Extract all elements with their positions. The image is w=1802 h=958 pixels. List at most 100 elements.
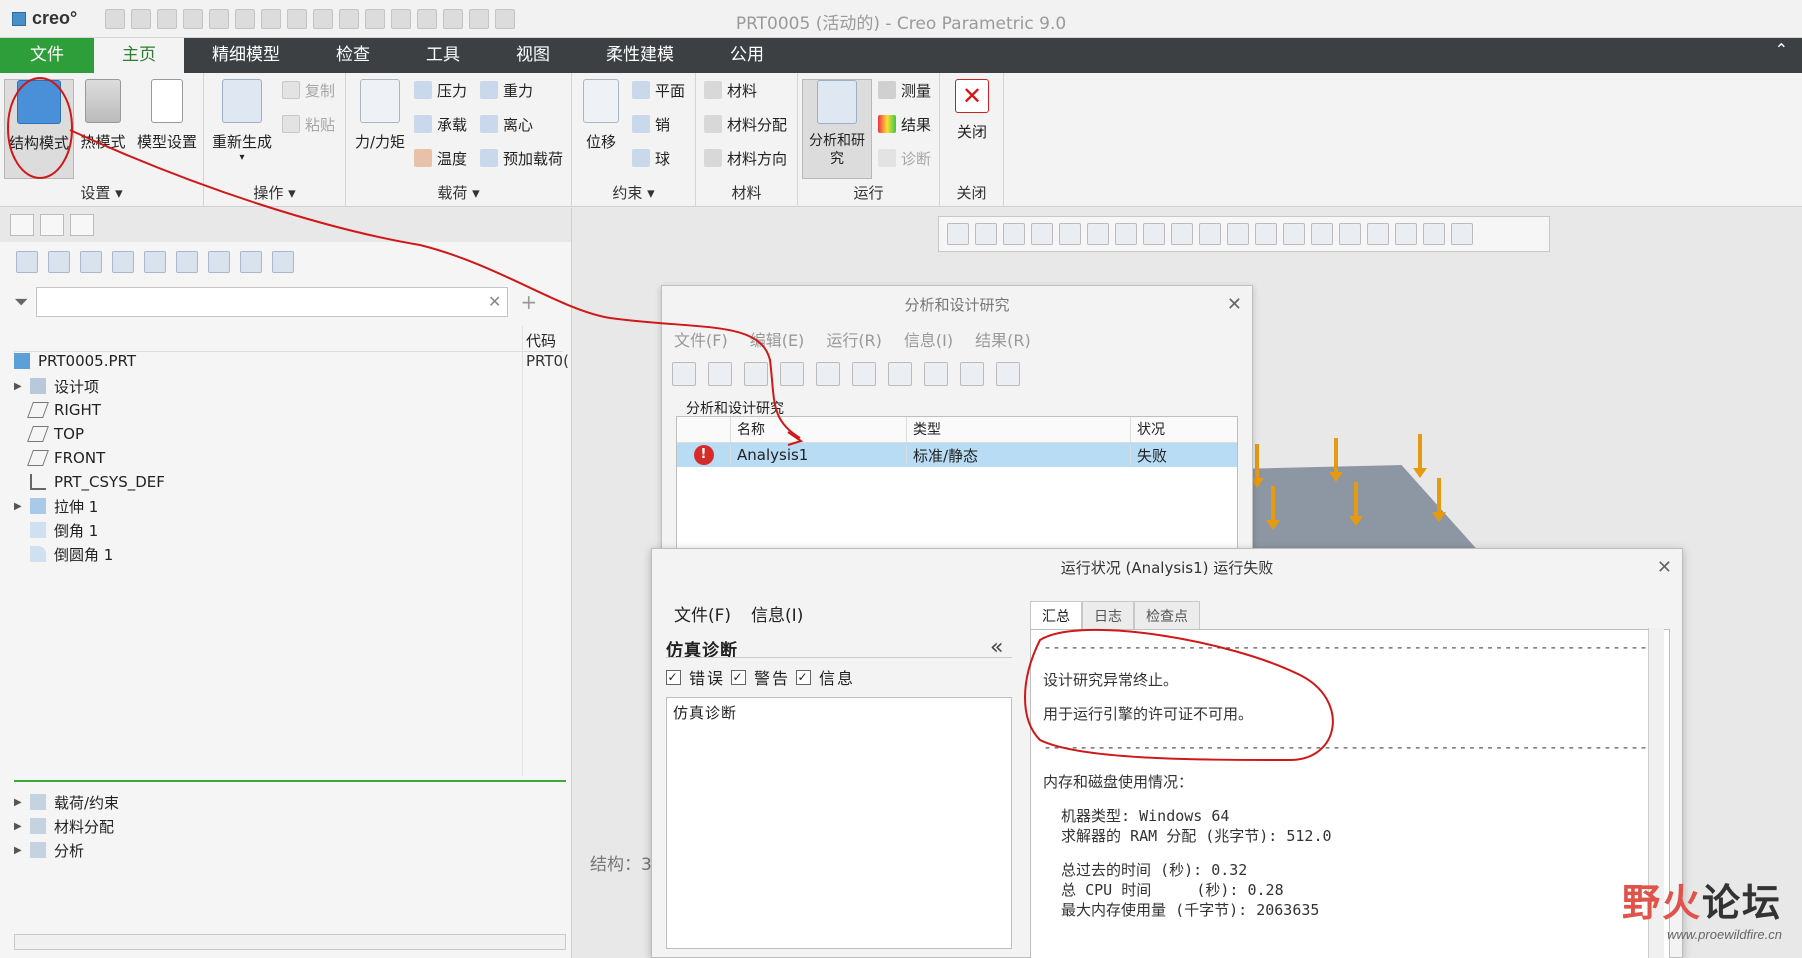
tree-expand-icon[interactable] — [48, 251, 70, 273]
tab-flexible-modeling[interactable]: 柔性建模 — [578, 38, 702, 73]
preload-button[interactable]: 预加载荷 — [480, 147, 563, 169]
point-display-icon[interactable] — [1339, 223, 1361, 245]
stop-run-flag-icon[interactable] — [816, 362, 840, 386]
structure-mode-button[interactable]: 结构模式 — [4, 79, 74, 179]
tree-item-root[interactable]: PRT0005.PRT PRT0( — [14, 348, 569, 374]
tree-item-design-items[interactable]: ▶ 设计项 — [14, 374, 563, 398]
tree-filter-icon[interactable] — [144, 251, 166, 273]
layers-icon[interactable] — [240, 251, 262, 273]
group-setup-label[interactable]: 设置 ▾ — [0, 182, 203, 203]
menu-edit[interactable]: 编辑(E) — [750, 327, 805, 351]
refit-icon[interactable] — [947, 223, 969, 245]
material-orientation-button[interactable]: 材料方向 — [704, 147, 787, 169]
tree-collapse-icon[interactable] — [80, 251, 102, 273]
tree-show-icon[interactable] — [208, 251, 230, 273]
review-results-2-icon[interactable] — [960, 362, 984, 386]
results-button[interactable]: 结果 — [878, 113, 931, 135]
repaint-icon[interactable] — [1031, 223, 1053, 245]
folder-browser-tab-icon[interactable] — [40, 214, 64, 236]
section-icon[interactable] — [1171, 223, 1193, 245]
diagnostics-list[interactable]: 仿真诊断 — [666, 697, 1012, 949]
connection-display-icon[interactable] — [1451, 223, 1473, 245]
model-setup-button[interactable]: 模型设置 — [134, 79, 200, 152]
review-results-3-icon[interactable] — [996, 362, 1020, 386]
delete-icon[interactable] — [744, 362, 768, 386]
status-icon[interactable] — [852, 362, 876, 386]
tree-columns-icon[interactable] — [112, 251, 134, 273]
table-row[interactable]: ! Analysis1 标准/静态 失败 — [677, 443, 1237, 467]
tree-style-icon[interactable] — [272, 251, 294, 273]
analysis-study-button[interactable]: 分析和研究 — [802, 79, 872, 179]
tree-item-analysis[interactable]: ▶ 分析 — [14, 838, 119, 862]
expand-arrow-icon[interactable]: ▶ — [14, 381, 30, 392]
info-checkbox[interactable]: ✓ — [796, 669, 812, 685]
view-manager-icon[interactable] — [1115, 223, 1137, 245]
close-button[interactable]: ✕ 关闭 — [950, 79, 994, 142]
expand-arrow-icon[interactable]: ▶ — [14, 821, 30, 832]
load-display-icon[interactable] — [1395, 223, 1417, 245]
col-name[interactable]: 名称 — [731, 417, 907, 442]
centrifugal-button[interactable]: 离心 — [480, 113, 533, 135]
expand-arrow-icon[interactable]: ▶ — [14, 797, 30, 808]
tree-item-round[interactable]: 倒圆角 1 — [14, 542, 563, 566]
tree-item-right[interactable]: RIGHT — [14, 398, 563, 422]
shade-icon[interactable] — [1199, 223, 1221, 245]
model-tree-tab-icon[interactable] — [10, 214, 34, 236]
zoom-out-icon[interactable] — [1003, 223, 1025, 245]
perspective-icon[interactable] — [1143, 223, 1165, 245]
paste-button[interactable]: 粘贴 — [282, 113, 335, 135]
temperature-button[interactable]: 温度 — [414, 147, 467, 169]
tree-item-top[interactable]: TOP — [14, 422, 563, 446]
edit-pencil-icon[interactable] — [672, 362, 696, 386]
ball-constraint-button[interactable]: 球 — [632, 147, 670, 169]
tree-horizontal-scrollbar[interactable] — [14, 934, 566, 950]
tree-item-front[interactable]: FRONT — [14, 446, 563, 470]
close-icon[interactable]: ✕ — [1227, 286, 1242, 324]
thermal-mode-button[interactable]: 热模式 — [78, 79, 128, 152]
add-column-icon[interactable]: + — [520, 290, 537, 314]
menu-file[interactable]: 文件(F) — [674, 601, 731, 626]
diagnostics-button[interactable]: 诊断 — [878, 147, 931, 169]
copy-icon[interactable] — [708, 362, 732, 386]
tree-item-extrude[interactable]: ▶ 拉伸 1 — [14, 494, 563, 518]
menu-file[interactable]: 文件(F) — [674, 327, 728, 351]
start-run-flag-icon[interactable] — [780, 362, 804, 386]
menu-results[interactable]: 结果(R) — [975, 327, 1031, 351]
zoom-in-icon[interactable] — [975, 223, 997, 245]
expand-arrow-icon[interactable]: ▶ — [14, 845, 30, 856]
plane-constraint-button[interactable]: 平面 — [632, 79, 685, 101]
settings-icon[interactable] — [888, 362, 912, 386]
display-style-icon[interactable] — [1059, 223, 1081, 245]
tab-log[interactable]: 日志 — [1082, 601, 1134, 631]
list-item[interactable]: 仿真诊断 — [673, 702, 1005, 723]
annotation-display-icon[interactable] — [1255, 223, 1277, 245]
menu-info[interactable]: 信息(I) — [904, 327, 953, 351]
menu-run[interactable]: 运行(R) — [826, 327, 882, 351]
material-button[interactable]: 材料 — [704, 79, 757, 101]
measure-button[interactable]: 测量 — [878, 79, 931, 101]
ribbon-collapse-icon[interactable]: ⌃ — [1775, 40, 1788, 59]
tab-checkpoints[interactable]: 检查点 — [1134, 601, 1200, 631]
expand-arrow-icon[interactable]: ▶ — [14, 501, 30, 512]
force-moment-button[interactable]: 力/力矩 — [352, 79, 408, 152]
csys-display-icon[interactable] — [1367, 223, 1389, 245]
summary-log[interactable]: ----------------------------------------… — [1030, 629, 1670, 958]
displacement-button[interactable]: 位移 — [578, 79, 624, 152]
tree-item-loads-constraints[interactable]: ▶ 载荷/约束 — [14, 790, 119, 814]
tab-summary[interactable]: 汇总 — [1030, 601, 1082, 631]
group-operations-label[interactable]: 操作 ▾ — [204, 182, 345, 203]
group-constraints-label[interactable]: 约束 ▾ — [572, 182, 695, 203]
copy-button[interactable]: 复制 — [282, 79, 335, 101]
pressure-button[interactable]: 压力 — [414, 79, 467, 101]
tree-settings-icon[interactable] — [176, 251, 198, 273]
datum-display-icon[interactable] — [1227, 223, 1249, 245]
warnings-checkbox[interactable]: ✓ — [731, 669, 747, 685]
clear-icon[interactable]: ✕ — [488, 292, 501, 311]
tab-tools[interactable]: 工具 — [398, 38, 488, 73]
material-assignment-button[interactable]: 材料分配 — [704, 113, 787, 135]
tab-view[interactable]: 视图 — [488, 38, 578, 73]
menu-info[interactable]: 信息(I) — [751, 601, 803, 626]
tree-item-chamfer[interactable]: 倒角 1 — [14, 518, 563, 542]
tree-item-material-assignment[interactable]: ▶ 材料分配 — [14, 814, 119, 838]
plane-display-icon[interactable] — [1283, 223, 1305, 245]
